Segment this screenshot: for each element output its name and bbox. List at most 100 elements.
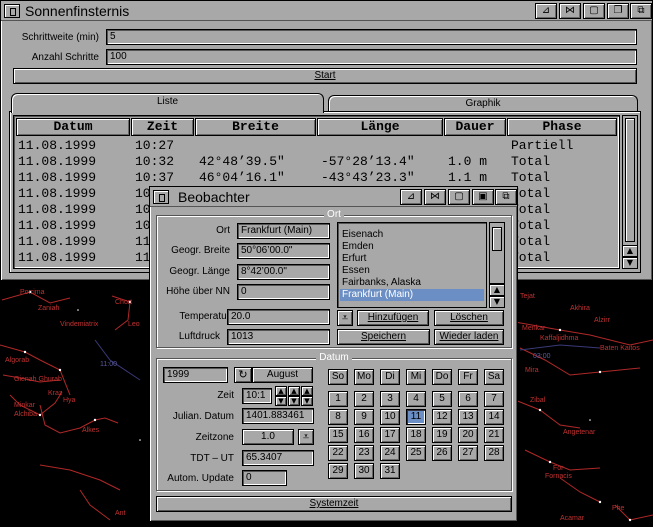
loeschen-button[interactable]: Löschen bbox=[434, 310, 504, 326]
depth-icon[interactable]: ❐ bbox=[607, 3, 629, 19]
calendar-day[interactable]: 9 bbox=[354, 409, 374, 425]
speichern-button[interactable]: Speichern bbox=[337, 329, 430, 345]
month-cycle[interactable]: August bbox=[252, 367, 313, 383]
calendar-day[interactable]: 2 bbox=[354, 391, 374, 407]
col-header-zeit[interactable]: Zeit bbox=[131, 118, 194, 136]
zeitzone-dropdown-icon[interactable]: ⩡ bbox=[298, 429, 314, 445]
calendar-day[interactable]: 30 bbox=[354, 463, 374, 479]
orte-list-item[interactable]: Essen bbox=[340, 265, 484, 277]
calendar-day[interactable]: 31 bbox=[380, 463, 400, 479]
col-header-laenge[interactable]: Länge bbox=[317, 118, 443, 136]
wieder-laden-button[interactable]: Wieder laden bbox=[434, 329, 504, 345]
orte-scrollbar[interactable] bbox=[489, 222, 505, 284]
year-field[interactable]: 1999 bbox=[163, 367, 228, 383]
col-header-breite[interactable]: Breite bbox=[195, 118, 316, 136]
calendar-day[interactable]: 28 bbox=[484, 445, 504, 461]
table-row[interactable]: 11.08.1999 10:27 Partiell bbox=[16, 138, 616, 154]
calendar-day[interactable]: 20 bbox=[458, 427, 478, 443]
calendar-day[interactable]: 8 bbox=[328, 409, 348, 425]
title-bar[interactable]: Beobachter ⊿ ⋈ ▢ ▣ ⧉ bbox=[150, 187, 517, 207]
calendar-day[interactable]: 16 bbox=[354, 427, 374, 443]
autom-update-field[interactable]: 0 bbox=[242, 470, 287, 486]
tdt-field[interactable]: 65.3407 bbox=[242, 450, 314, 466]
zeit-down2-icon[interactable]: ▼ bbox=[288, 396, 300, 406]
calendar-day[interactable]: 6 bbox=[458, 391, 478, 407]
schrittweite-field[interactable]: 5 bbox=[106, 29, 637, 45]
temperatur-field[interactable]: 20.0 bbox=[227, 309, 330, 325]
scroll-down-icon[interactable]: ▼ bbox=[622, 257, 638, 269]
orte-scroll-knob[interactable] bbox=[492, 227, 502, 251]
calendar-day[interactable]: 11 bbox=[406, 409, 426, 425]
calendar-day[interactable]: 29 bbox=[328, 463, 348, 479]
calendar-day[interactable]: 23 bbox=[354, 445, 374, 461]
hoehe-field[interactable]: 0 bbox=[237, 284, 330, 300]
close-gadget[interactable] bbox=[153, 190, 169, 204]
luftdruck-field[interactable]: 1013 bbox=[227, 329, 330, 345]
orte-scroll-up-icon[interactable]: ▲ bbox=[489, 284, 505, 296]
zeit-down3-icon[interactable]: ▼ bbox=[301, 396, 313, 406]
table-cell: 10:32 bbox=[135, 154, 175, 169]
orte-list-item[interactable]: Erfurt bbox=[340, 253, 484, 265]
calendar-day[interactable]: 10 bbox=[380, 409, 400, 425]
iconify-icon[interactable]: ⊿ bbox=[400, 189, 422, 205]
calendar-day[interactable]: 12 bbox=[432, 409, 452, 425]
calendar-day[interactable]: 3 bbox=[380, 391, 400, 407]
table-row[interactable]: 11.08.1999 10:37 46°04’16.1" -43°43’23.3" 1.… bbox=[16, 170, 616, 186]
orte-list-item[interactable]: Emden bbox=[340, 241, 484, 253]
zip-icon[interactable]: ⋈ bbox=[424, 189, 446, 205]
calendar-day[interactable]: 13 bbox=[458, 409, 478, 425]
cycle-month-icon[interactable]: ↻ bbox=[234, 367, 252, 383]
table-row[interactable]: 11.08.1999 10:32 42°48’39.5" -57°28’13.4" 1.… bbox=[16, 154, 616, 170]
calendar-day[interactable]: 19 bbox=[432, 427, 452, 443]
start-button[interactable]: Start bbox=[13, 68, 637, 84]
orte-list[interactable]: Eisenach Emden Erfurt Essen Fairbanks, Alask… bbox=[337, 222, 487, 308]
calendar-day[interactable]: 1 bbox=[328, 391, 348, 407]
zeit-up3-icon[interactable]: ▲ bbox=[301, 386, 313, 396]
iconify-icon[interactable]: ⊿ bbox=[535, 3, 557, 19]
ort-field[interactable]: Frankfurt (Main) bbox=[237, 223, 330, 239]
orte-list-item[interactable]: Frankfurt (Main) bbox=[340, 289, 484, 301]
calendar-day[interactable]: 5 bbox=[432, 391, 452, 407]
depth-back-icon[interactable]: ⧉ bbox=[630, 3, 652, 19]
calendar-day[interactable]: 25 bbox=[406, 445, 426, 461]
col-header-phase[interactable]: Phase bbox=[507, 118, 617, 136]
depth-back-icon[interactable]: ⧉ bbox=[495, 189, 517, 205]
title-bar[interactable]: Sonnenfinsternis ⊿ ⋈ ▢ ❐ ⧉ bbox=[1, 1, 652, 21]
calendar-day[interactable]: 17 bbox=[380, 427, 400, 443]
calendar-day[interactable]: 22 bbox=[328, 445, 348, 461]
orte-list-item[interactable]: Fairbanks, Alaska bbox=[340, 277, 484, 289]
systemzeit-button[interactable]: Systemzeit bbox=[156, 496, 512, 512]
col-header-dauer[interactable]: Dauer bbox=[444, 118, 506, 136]
breite-field[interactable]: 50°06’00.0" bbox=[237, 243, 330, 259]
zeit-up-icon[interactable]: ▲ bbox=[275, 386, 287, 396]
zip-icon[interactable]: ⋈ bbox=[559, 3, 581, 19]
zeit-up2-icon[interactable]: ▲ bbox=[288, 386, 300, 396]
calendar-day[interactable]: 26 bbox=[432, 445, 452, 461]
zeit-field[interactable]: 10:1 bbox=[242, 388, 272, 404]
zoom-icon[interactable]: ▢ bbox=[448, 189, 470, 205]
julian-field[interactable]: 1401.883461 bbox=[242, 408, 314, 424]
close-gadget[interactable] bbox=[4, 4, 20, 18]
tab-liste[interactable]: Liste bbox=[11, 93, 324, 113]
laenge-field[interactable]: 8°42’00.0" bbox=[237, 264, 330, 280]
zoom-icon[interactable]: ▢ bbox=[583, 3, 605, 19]
scroll-up-icon[interactable]: ▲ bbox=[622, 245, 638, 257]
zeitzone-field[interactable]: 1.0 bbox=[242, 429, 294, 445]
depth-icon[interactable]: ▣ bbox=[472, 189, 494, 205]
calendar-day[interactable]: 18 bbox=[406, 427, 426, 443]
hinzufuegen-button[interactable]: Hinzufügen bbox=[357, 310, 429, 326]
anzahl-schritte-field[interactable]: 100 bbox=[106, 49, 637, 65]
col-header-datum[interactable]: Datum bbox=[16, 118, 130, 136]
calendar-day[interactable]: 15 bbox=[328, 427, 348, 443]
orte-list-item[interactable]: Eisenach bbox=[340, 229, 484, 241]
calendar-day[interactable]: 14 bbox=[484, 409, 504, 425]
calendar-day[interactable]: 24 bbox=[380, 445, 400, 461]
calendar-day[interactable]: 7 bbox=[484, 391, 504, 407]
orte-scroll-down-icon[interactable]: ▼ bbox=[489, 296, 505, 308]
calendar-day[interactable]: 21 bbox=[484, 427, 504, 443]
table-scroll-knob[interactable] bbox=[625, 118, 635, 242]
expand-list-icon[interactable]: ⩡ bbox=[337, 310, 353, 326]
calendar-day[interactable]: 27 bbox=[458, 445, 478, 461]
calendar-day[interactable]: 4 bbox=[406, 391, 426, 407]
zeit-down-icon[interactable]: ▼ bbox=[275, 396, 287, 406]
